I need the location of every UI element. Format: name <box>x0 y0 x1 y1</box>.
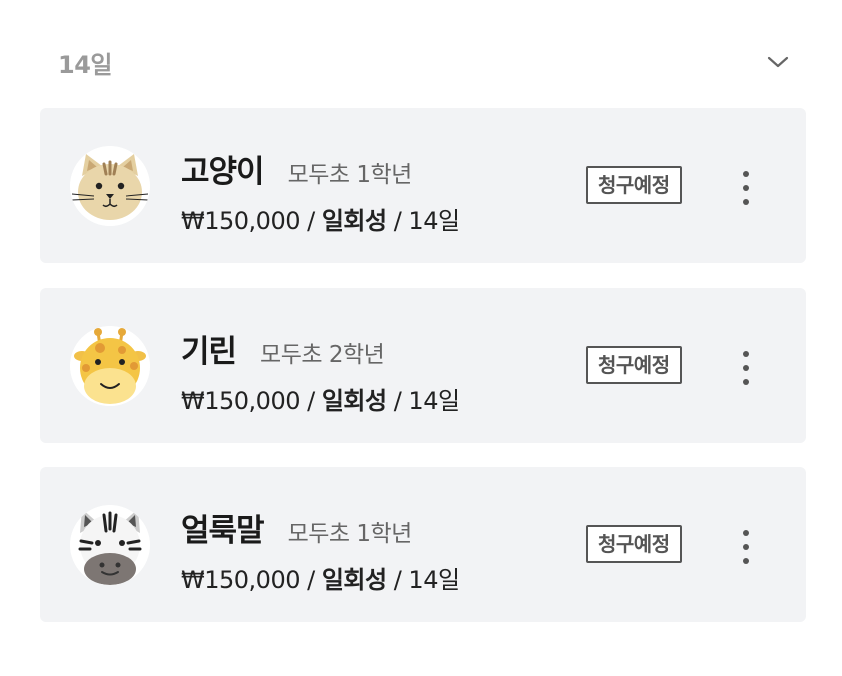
giraffe-icon <box>70 326 150 406</box>
status-badge: 청구예정 <box>586 525 682 563</box>
separator: / <box>299 207 322 235</box>
more-options-button[interactable] <box>732 346 760 390</box>
billing-detail: ₩150,000 / 일회성 / 14일 <box>181 560 460 595</box>
date-section-header: 14일 <box>40 40 806 84</box>
billing-day: 14일 <box>408 387 460 415</box>
billing-detail: ₩150,000 / 일회성 / 14일 <box>181 201 460 236</box>
student-school: 모두초 1학년 <box>287 521 413 547</box>
chevron-down-icon <box>767 56 789 68</box>
more-vertical-icon <box>743 530 749 536</box>
more-vertical-icon <box>743 351 749 357</box>
student-card[interactable]: 기린 모두초 2학년 ₩150,000 / 일회성 / 14일 청구예정 <box>40 288 806 443</box>
more-vertical-icon <box>743 558 749 564</box>
billing-day: 14일 <box>408 566 460 594</box>
separator: / <box>386 566 409 594</box>
status-badge: 청구예정 <box>586 346 682 384</box>
separator: / <box>386 207 409 235</box>
more-options-button[interactable] <box>732 166 760 210</box>
student-name: 얼룩말 <box>181 513 265 549</box>
separator: / <box>386 387 409 415</box>
collapse-button[interactable] <box>762 46 794 78</box>
avatar <box>70 146 150 226</box>
more-vertical-icon <box>743 544 749 550</box>
status-badge: 청구예정 <box>586 166 682 204</box>
student-school: 모두초 1학년 <box>287 162 413 188</box>
more-vertical-icon <box>743 199 749 205</box>
student-card[interactable]: 고양이 모두초 1학년 ₩150,000 / 일회성 / 14일 청구예정 <box>40 108 806 263</box>
separator: / <box>299 566 322 594</box>
billing-detail: ₩150,000 / 일회성 / 14일 <box>181 381 460 416</box>
more-vertical-icon <box>743 365 749 371</box>
more-vertical-icon <box>743 171 749 177</box>
student-school: 모두초 2학년 <box>260 342 385 368</box>
frequency: 일회성 <box>321 566 387 594</box>
avatar <box>70 505 150 585</box>
billing-day: 14일 <box>408 207 460 235</box>
cat-icon <box>70 146 150 226</box>
frequency: 일회성 <box>321 387 387 415</box>
section-date-title: 14일 <box>58 50 112 79</box>
separator: / <box>299 387 322 415</box>
avatar <box>70 326 150 406</box>
more-vertical-icon <box>743 185 749 191</box>
price: ₩150,000 <box>181 387 300 415</box>
student-name: 고양이 <box>181 154 265 190</box>
price: ₩150,000 <box>181 207 300 235</box>
student-card[interactable]: 얼룩말 모두초 1학년 ₩150,000 / 일회성 / 14일 청구예정 <box>40 467 806 622</box>
more-options-button[interactable] <box>732 525 760 569</box>
more-vertical-icon <box>743 379 749 385</box>
zebra-icon <box>70 505 150 585</box>
frequency: 일회성 <box>321 207 387 235</box>
price: ₩150,000 <box>181 566 300 594</box>
student-name: 기린 <box>181 334 237 370</box>
